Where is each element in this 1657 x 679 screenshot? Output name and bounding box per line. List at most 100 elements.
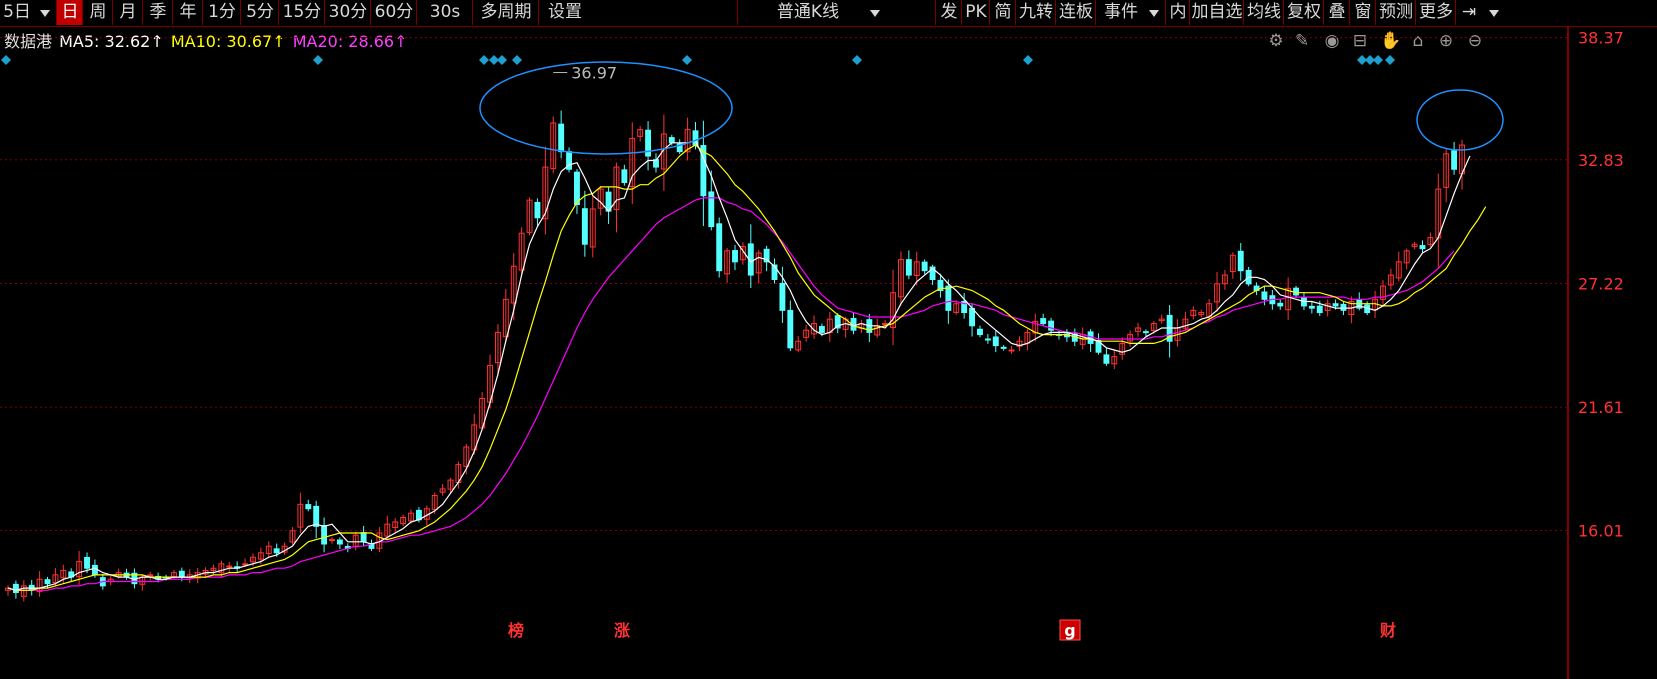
candle-body — [534, 201, 541, 219]
toolbar-button[interactable]: 连板 — [1055, 0, 1096, 25]
candle-body — [992, 336, 999, 347]
event-marker-icon — [497, 55, 507, 65]
candle-body — [305, 504, 312, 510]
period-tab[interactable]: 30分 — [324, 0, 371, 25]
period-tab[interactable]: 月 — [112, 0, 143, 25]
period-tab[interactable]: 1分 — [202, 0, 241, 25]
toolbar-button[interactable]: 内 — [1165, 0, 1190, 25]
toolbar-button[interactable]: 复权 — [1283, 0, 1324, 25]
candle-body — [621, 169, 628, 183]
candle-body — [779, 282, 786, 311]
period-tab[interactable]: 15分 — [278, 0, 325, 25]
candle-body — [226, 565, 233, 568]
candle-body — [818, 326, 825, 333]
period-tab[interactable]: 年 — [172, 0, 203, 25]
candle-body — [692, 130, 699, 146]
candle-body — [1308, 305, 1315, 309]
expand-icon[interactable]: ⇥ — [1455, 0, 1482, 25]
toolbar-button[interactable]: 事件 — [1095, 0, 1146, 25]
candle-body — [882, 323, 889, 326]
chevron-down-icon[interactable] — [870, 10, 880, 17]
event-marker-icon — [1373, 55, 1383, 65]
period-toolbar: 5日 日周月季年 1分 5分 15分 30分 60分 30s 多周期 设置 普通K线 发 PK 简九… — [0, 0, 1657, 27]
event-marker-icon — [1385, 55, 1395, 65]
candle-body — [708, 191, 715, 228]
event-marker-icon — [313, 55, 323, 65]
candle-body — [1332, 303, 1339, 307]
period-tab[interactable]: 日 — [56, 0, 83, 25]
period-tab[interactable]: 周 — [82, 0, 113, 25]
y-tick-label: 16.01 — [1578, 522, 1624, 541]
y-tick-label: 38.37 — [1578, 29, 1624, 48]
candle-body — [1142, 331, 1149, 334]
candle-body — [574, 171, 580, 206]
event-marker-icon — [512, 55, 522, 65]
event-marker-icon — [479, 55, 489, 65]
candle-body — [905, 259, 912, 276]
candle-body — [336, 539, 343, 545]
candle-body — [969, 307, 976, 327]
toolbar-button[interactable]: 简 — [989, 0, 1016, 25]
candle-body — [313, 505, 320, 527]
candle-body — [1000, 346, 1007, 349]
toolbar-button[interactable]: PK — [961, 0, 990, 25]
bottom-event-label: 涨 — [614, 621, 630, 640]
candle-body — [1237, 250, 1244, 272]
candle-body — [1103, 354, 1110, 364]
toolbar-button[interactable]: 加自选 — [1189, 0, 1244, 25]
candle-body — [273, 548, 280, 554]
toolbar-button[interactable]: 均线 — [1243, 0, 1284, 25]
candle-body — [1340, 303, 1347, 311]
candle-body — [1261, 291, 1268, 300]
candle-body — [732, 250, 738, 263]
candle-body — [1316, 305, 1323, 314]
candle-body — [1008, 349, 1015, 352]
period-tab[interactable]: 5分 — [240, 0, 279, 25]
period-tab[interactable]: 多周期 — [472, 0, 539, 25]
period-dropdown[interactable]: 5日 — [0, 0, 34, 25]
toolbar-button[interactable]: 九转 — [1015, 0, 1056, 25]
bottom-event-label: 榜 — [508, 621, 524, 640]
candle-body — [84, 556, 90, 569]
candle-body — [242, 563, 249, 566]
candle-body — [668, 137, 675, 144]
ma5-line — [7, 139, 1471, 591]
chevron-down-icon[interactable] — [1489, 10, 1499, 17]
event-marker-icon — [852, 55, 862, 65]
candle-body — [1293, 287, 1300, 296]
y-tick-label: 21.61 — [1578, 398, 1624, 417]
chevron-down-icon[interactable] — [40, 10, 50, 17]
peak-label: 36.97 — [571, 64, 617, 83]
toolbar-button[interactable]: 更多 — [1415, 0, 1456, 25]
event-marker-icon — [1, 55, 11, 65]
ma10-line — [7, 144, 1487, 591]
candle-body — [1419, 245, 1426, 250]
period-tab[interactable]: 季 — [142, 0, 173, 25]
chevron-down-icon[interactable] — [1149, 10, 1159, 17]
toolbar-button[interactable]: 叠 — [1323, 0, 1350, 25]
candle-body — [716, 223, 723, 272]
candle-body — [1451, 150, 1458, 170]
y-tick-label: 32.83 — [1578, 151, 1624, 170]
period-tab[interactable]: 60分 — [370, 0, 417, 25]
candle-body — [984, 338, 991, 341]
event-marker-icon — [1023, 55, 1033, 65]
candlestick-chart[interactable]: 38.37 32.83 27.22 21.61 16.01 36.97 榜 涨 g 财 — [0, 26, 1657, 679]
bottom-event-label: 财 — [1379, 621, 1396, 640]
toolbar-button[interactable]: 预测 — [1375, 0, 1416, 25]
y-tick-label: 27.22 — [1578, 274, 1624, 293]
candle-body — [581, 208, 588, 245]
bottom-event-label: g — [1064, 621, 1075, 640]
candle-body — [44, 579, 51, 585]
highlight-ellipse — [1416, 89, 1504, 151]
toolbar-button[interactable]: 窗 — [1349, 0, 1376, 25]
candle-body — [921, 261, 928, 272]
toolbar-button[interactable]: 发 — [935, 0, 962, 25]
period-tab[interactable]: 设置 — [538, 0, 591, 25]
candle-body — [787, 309, 794, 349]
candle-body — [977, 328, 983, 336]
candle-body — [1277, 302, 1284, 307]
period-tab[interactable]: 30s — [416, 0, 473, 25]
kline-type-select[interactable]: 普通K线 — [737, 0, 878, 25]
event-marker-icon — [682, 55, 692, 65]
